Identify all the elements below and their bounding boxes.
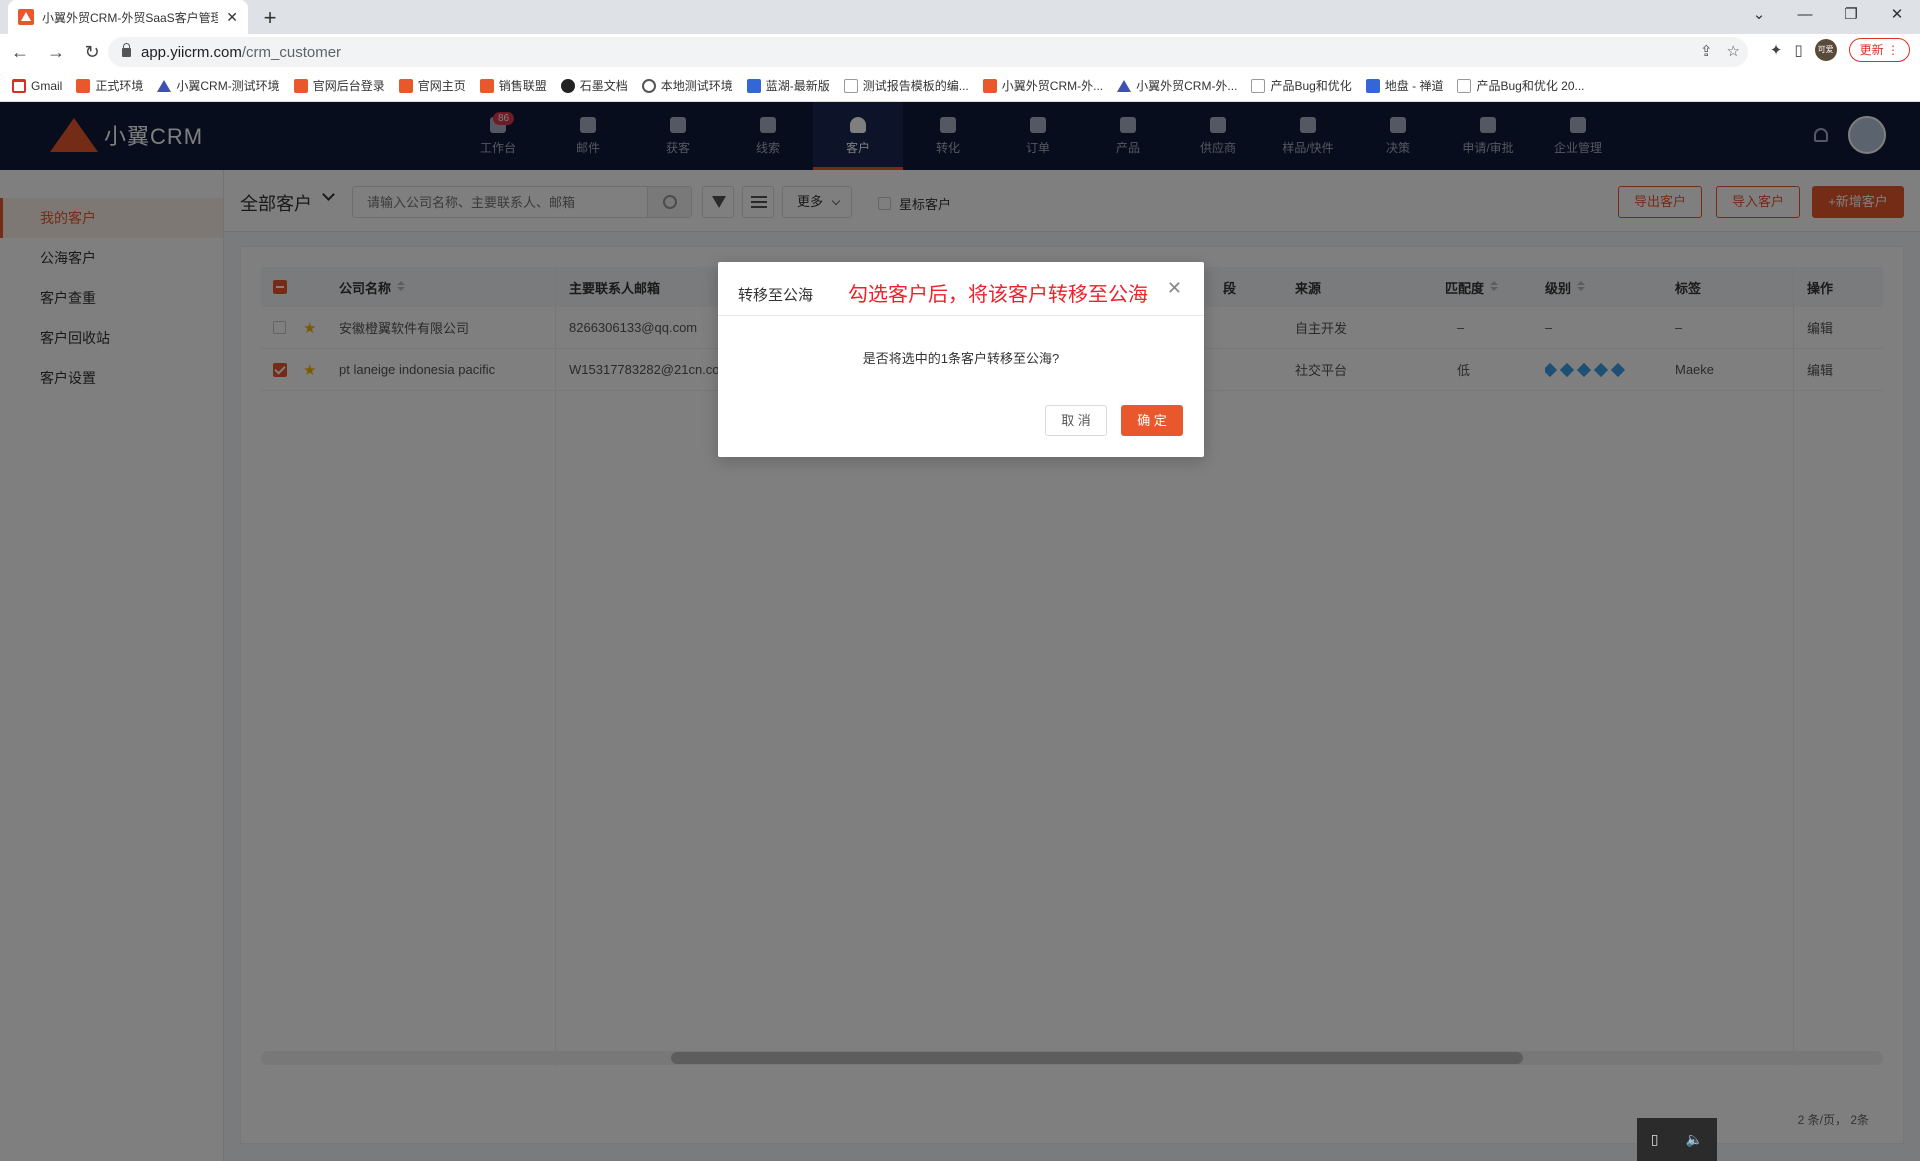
toolbar-right: ✦ ▯ 可爱 更新 ⋮ [1770,38,1910,62]
dialog-message: 是否将选中的1条客户转移至公海? [862,351,1060,366]
bookmark-item[interactable]: 产品Bug和优化 20... [1457,77,1585,94]
bookmark-item[interactable]: 测试报告模板的编... [843,77,969,94]
bookmark-item[interactable]: 小翼外贸CRM-外... [1117,77,1237,94]
bookmark-item[interactable]: 产品Bug和优化 [1251,77,1352,94]
forward-icon[interactable]: → [40,42,72,63]
modal-backdrop[interactable] [0,102,1920,1161]
bookmark-item[interactable]: 小翼CRM-测试环境 [157,77,280,94]
update-label: 更新 [1859,43,1884,57]
bookmarks-bar: Gmail 正式环境 小翼CRM-测试环境 官网后台登录 官网主页 销售联盟 石… [0,70,1920,102]
bookmark-label: Gmail [31,78,63,93]
bookmark-item[interactable]: 蓝湖-最新版 [746,77,830,94]
lock-icon[interactable] [122,42,131,57]
browser-tab[interactable]: 小翼外贸CRM-外贸SaaS客户管理 ✕ [8,0,248,34]
bookmark-star-icon[interactable]: ☆ [1727,42,1740,60]
yiicrm-icon [293,78,308,93]
url-text: app.yiicrm.com/crm_customer [141,44,341,61]
triangle-logo-icon [1117,79,1132,92]
bookmark-label: 正式环境 [95,79,144,93]
bookmark-item[interactable]: 石墨文档 [560,77,628,94]
yiicrm-icon [398,78,413,93]
cancel-button[interactable]: 取 消 [1045,405,1107,436]
lanhu-icon [746,78,761,93]
bookmark-label: 官网后台登录 [312,79,385,93]
tab-search-icon[interactable]: ⌄ [1736,0,1782,34]
document-icon [843,78,858,93]
extensions-icon[interactable]: ✦ [1770,41,1783,59]
confirm-button[interactable]: 确 定 [1121,405,1183,436]
bookmark-label: 产品Bug和优化 20... [1476,79,1585,93]
dialog-annotation: 勾选客户后，将该客户转移至公海 [848,284,1148,306]
omnibox-actions: ⇪ ☆ [1700,42,1740,60]
bookmark-label: 石墨文档 [579,79,628,93]
browser-tabstrip: 小翼外贸CRM-外贸SaaS客户管理 ✕ + ⌄ — ❐ ✕ [0,0,1920,34]
yiicrm-icon [76,78,91,93]
bookmark-item[interactable]: 正式环境 [76,77,143,94]
bookmark-item[interactable]: 销售联盟 [479,77,547,94]
phone-icon[interactable]: ▯ [1651,1131,1659,1148]
bookmark-label: 小翼CRM-测试环境 [176,79,280,93]
share-icon[interactable]: ⇪ [1700,42,1713,60]
update-button[interactable]: 更新 ⋮ [1848,38,1910,62]
minimize-icon[interactable]: — [1782,0,1828,34]
back-icon[interactable]: ← [4,42,36,63]
bookmark-label: 销售联盟 [498,79,547,93]
shimo-icon [560,78,575,93]
tab-title: 小翼外贸CRM-外贸SaaS客户管理 [42,10,219,25]
bookmark-item[interactable]: 官网主页 [398,77,466,94]
dialog-title: 转移至公海 [738,287,814,304]
bookmark-label: 地盘 - 禅道 [1384,79,1444,93]
bookmark-item[interactable]: Gmail [12,78,63,93]
bookmark-label: 测试报告模板的编... [862,79,969,93]
document-icon [1251,78,1266,93]
profile-avatar[interactable]: 可爱 [1814,39,1837,61]
transfer-to-public-dialog: 转移至公海 勾选客户后，将该客户转移至公海 ✕ 是否将选中的1条客户转移至公海?… [718,262,1204,457]
speaker-icon[interactable]: 🔈 [1686,1131,1703,1148]
site-favicon-icon [18,9,34,25]
url-path: /crm_customer [241,43,342,61]
tab-close-icon[interactable]: ✕ [226,9,238,26]
close-icon[interactable]: ✕ [1167,278,1182,299]
reload-icon[interactable]: ↻ [76,42,108,63]
restore-icon[interactable]: ❐ [1828,0,1874,34]
zentao-icon [1365,78,1380,93]
bookmark-item[interactable]: 官网后台登录 [293,77,385,94]
globe-icon [641,78,656,93]
bookmark-label: 本地测试环境 [660,79,733,93]
yiicrm-icon [479,78,494,93]
bookmark-item[interactable]: 地盘 - 禅道 [1365,77,1444,94]
bookmark-label: 官网主页 [417,79,466,93]
window-close-icon[interactable]: ✕ [1874,0,1920,34]
browser-toolbar: ← → ↻ app.yiicrm.com/crm_customer ⇪ ☆ ✦ … [0,34,1920,70]
address-bar[interactable]: app.yiicrm.com/crm_customer ⇪ ☆ [108,37,1748,67]
triangle-logo-icon [157,79,172,92]
dialog-header: 转移至公海 勾选客户后，将该客户转移至公海 ✕ [718,262,1204,316]
bookmark-item[interactable]: 小翼外贸CRM-外... [982,77,1104,94]
bookmark-label: 产品Bug和优化 [1270,79,1352,93]
bookmark-label: 小翼外贸CRM-外... [1001,79,1104,93]
window-controls: ⌄ — ❐ ✕ [1736,0,1920,34]
yiicrm-icon [982,78,997,93]
gmail-icon [12,78,26,93]
bookmark-item[interactable]: 本地测试环境 [641,77,733,94]
url-host: app.yiicrm.com [141,43,242,61]
sidepanel-icon[interactable]: ▯ [1794,41,1802,59]
bookmark-label: 小翼外贸CRM-外... [1136,79,1238,93]
new-tab-icon[interactable]: + [258,5,282,31]
bookmark-label: 蓝湖-最新版 [765,79,830,93]
document-icon [1457,78,1472,93]
media-controls: ▯ 🔈 [1637,1118,1717,1161]
